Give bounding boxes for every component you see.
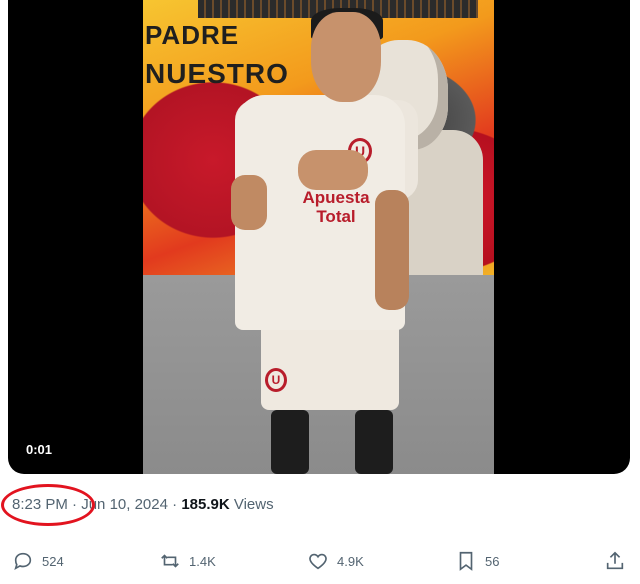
retweet-button[interactable]: 1.4K — [159, 550, 216, 572]
views-count: 185.9K — [181, 496, 230, 513]
player-sock-left — [271, 410, 309, 474]
player-hand — [298, 150, 368, 190]
player-shorts — [261, 318, 399, 410]
player-sock-right — [355, 410, 393, 474]
bookmark-icon — [459, 551, 473, 571]
mural-text-line1: PADRE — [145, 20, 240, 50]
player-head — [311, 12, 381, 102]
share-button[interactable] — [604, 550, 626, 572]
share-icon — [606, 551, 624, 570]
retweet-icon — [161, 554, 179, 568]
like-count: 4.9K — [337, 553, 364, 569]
retweet-count: 1.4K — [189, 553, 216, 569]
like-button[interactable]: 4.9K — [307, 550, 364, 572]
action-bar: 524 1.4K 4.9K 56 — [0, 540, 640, 584]
bookmark-count: 56 — [485, 553, 500, 569]
heart-icon — [309, 553, 327, 570]
video-frame: PADRE NUESTRO U U Apuesta Total — [143, 0, 494, 474]
views-label: Views — [233, 496, 274, 513]
highlight-circle — [1, 484, 95, 526]
video-timecode: 0:01 — [26, 442, 53, 457]
meta-separator: · — [172, 496, 178, 513]
bookmark-button[interactable]: 56 — [455, 550, 499, 572]
reply-button[interactable]: 524 — [12, 550, 64, 572]
video-player[interactable]: PADRE NUESTRO U U Apuesta Total 0:01 — [8, 0, 630, 474]
reply-icon — [14, 552, 32, 571]
player-arm-left — [231, 175, 267, 230]
shirt-sponsor: Apuesta Total — [302, 188, 370, 226]
mural-text-line2: NUESTRO — [145, 58, 289, 89]
club-crest-shorts: U — [265, 368, 287, 392]
reply-count: 524 — [42, 553, 64, 569]
